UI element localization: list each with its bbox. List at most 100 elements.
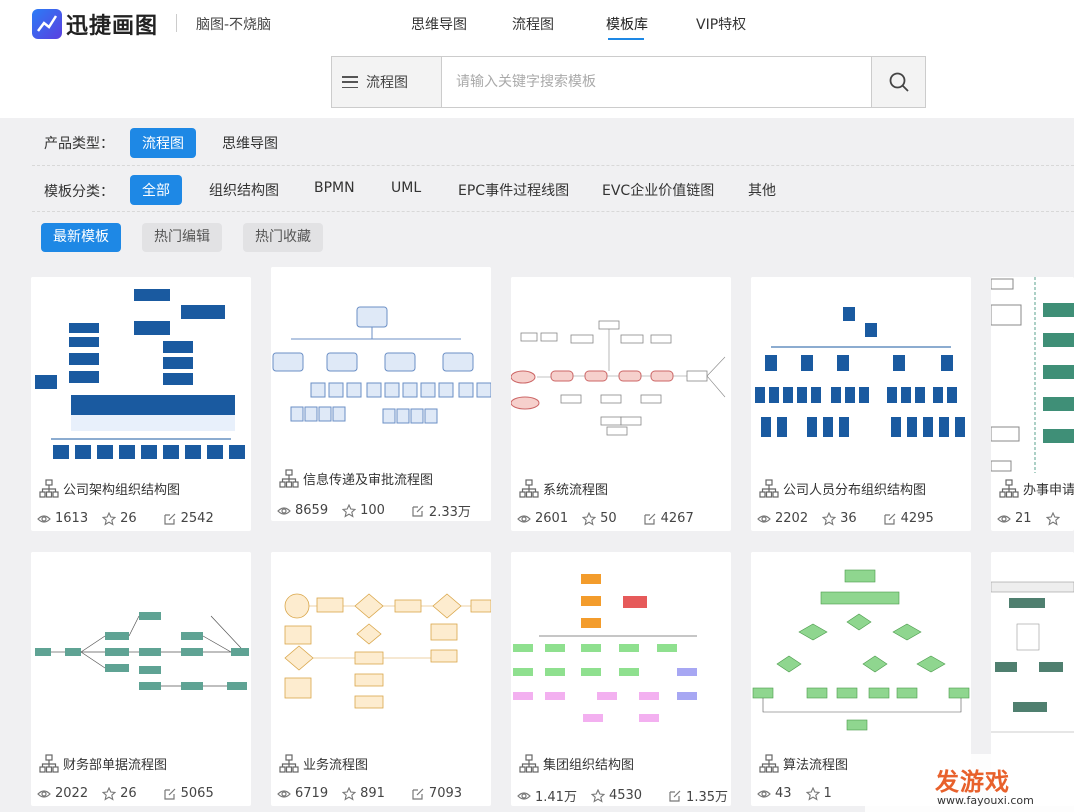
template-card[interactable]: 业务流程图 6719 891 7093 [271, 552, 491, 806]
card-stats: 2202 36 4295 [757, 511, 948, 526]
search-bar: 流程图 [331, 56, 926, 108]
likes-count: 1 [823, 786, 832, 801]
views-count: 21 [1015, 511, 1032, 526]
edits-count: 5065 [180, 786, 214, 801]
star-icon [1045, 511, 1060, 525]
org-chart-icon [39, 479, 59, 498]
star-icon [342, 503, 356, 517]
template-card[interactable]: 财务部单据流程图 2022 26 5065 [31, 552, 251, 806]
edit-icon [669, 789, 681, 802]
category-label: 模板分类： [44, 184, 114, 200]
org-chart-icon [519, 754, 539, 773]
category-org-chip[interactable]: 组织结构图 [197, 175, 291, 205]
search-type-dropdown[interactable]: 流程图 [332, 57, 442, 107]
template-card[interactable]: 办事申请流 21 [991, 277, 1074, 531]
template-card[interactable]: 公司人员分布组织结构图 2202 36 4295 [751, 277, 971, 531]
eye-icon [757, 789, 771, 798]
product-mindmap-chip[interactable]: 思维导图 [210, 128, 290, 158]
org-chart-icon [279, 754, 299, 773]
category-evc-chip[interactable]: EVC企业价值链图 [590, 175, 726, 205]
logo[interactable]: 迅捷画图 [32, 8, 158, 40]
edit-icon [164, 787, 176, 800]
search-icon [889, 72, 909, 92]
card-title: 财务部单据流程图 [39, 754, 167, 773]
product-flowchart-chip[interactable]: 流程图 [130, 128, 196, 158]
search-button[interactable] [871, 57, 925, 107]
nav-mindmap[interactable]: 思维导图 [411, 14, 467, 34]
likes-count: 26 [120, 511, 137, 526]
likes-count: 891 [360, 786, 385, 801]
template-thumbnail [991, 277, 1074, 473]
card-stats: 21 [997, 511, 1074, 526]
nav-vip[interactable]: VIP特权 [696, 14, 746, 34]
top-bar: 迅捷画图 脑图-不烧脑 思维导图 流程图 模板库 VIP特权 流程图 [0, 0, 1074, 118]
eye-icon [997, 514, 1011, 523]
card-title: 算法流程图 [759, 754, 848, 773]
star-icon [822, 511, 836, 525]
edit-icon [644, 512, 656, 525]
likes-count: 26 [120, 786, 137, 801]
org-chart-icon [759, 754, 779, 773]
card-title: 信息传递及审批流程图 [279, 469, 433, 488]
header-divider [176, 14, 177, 32]
star-icon [102, 511, 116, 525]
template-card[interactable]: 系统流程图 2601 50 4267 [511, 277, 731, 531]
star-icon [591, 788, 605, 802]
eye-icon [517, 514, 531, 523]
likes-count: 36 [840, 511, 857, 526]
search-input[interactable] [442, 57, 871, 107]
sort-hot-fav-tab[interactable]: 热门收藏 [243, 223, 323, 252]
divider [32, 211, 1074, 212]
brand-subtitle: 脑图-不烧脑 [196, 17, 272, 33]
card-stats: 43 1 [757, 786, 846, 801]
category-uml-chip[interactable]: UML [379, 175, 433, 201]
template-card[interactable]: 公司架构组织结构图 1613 26 2542 [31, 277, 251, 531]
eye-icon [757, 514, 771, 523]
org-chart-icon [759, 479, 779, 498]
template-card[interactable]: 信息传递及审批流程图 8659 100 2.33万 [271, 267, 491, 521]
template-thumbnail [31, 552, 251, 748]
template-card[interactable]: 集团组织结构图 1.41万 4530 1.35万 [511, 552, 731, 806]
card-stats: 2601 50 4267 [517, 511, 708, 526]
card-stats: 2022 26 5065 [37, 786, 228, 801]
edit-icon [412, 504, 424, 517]
edits-count: 4295 [900, 511, 934, 526]
template-thumbnail [751, 277, 971, 473]
card-stats: 1.41万 4530 1.35万 [517, 786, 731, 805]
star-icon [102, 786, 116, 800]
nav-template-library[interactable]: 模板库 [606, 14, 648, 34]
star-icon [342, 786, 356, 800]
sort-latest-tab[interactable]: 最新模板 [41, 223, 121, 252]
card-title: 业务流程图 [279, 754, 368, 773]
org-chart-icon [39, 754, 59, 773]
watermark-url: www.fayouxi.com [937, 794, 1034, 807]
views-count: 2022 [55, 786, 89, 801]
logo-text: 迅捷画图 [66, 14, 159, 39]
likes-count: 4530 [608, 788, 643, 803]
category-other-chip[interactable]: 其他 [736, 175, 788, 205]
edits-count: 2542 [180, 511, 214, 526]
eye-icon [517, 791, 531, 800]
sort-hot-edit-tab[interactable]: 热门编辑 [142, 223, 222, 252]
nav-flowchart[interactable]: 流程图 [512, 14, 554, 34]
template-thumbnail [271, 267, 491, 463]
views-count: 1.41万 [535, 790, 577, 805]
template-thumbnail [511, 552, 731, 748]
views-count: 1613 [55, 511, 89, 526]
star-icon [805, 786, 820, 800]
template-thumbnail [751, 552, 971, 748]
site-watermark: 发游戏 www.fayouxi.com [865, 754, 1074, 812]
views-count: 43 [775, 786, 792, 801]
views-count: 2202 [775, 511, 809, 526]
category-epc-chip[interactable]: EPC事件过程线图 [446, 175, 581, 205]
edit-icon [884, 512, 896, 525]
edit-icon [412, 787, 424, 800]
category-all-chip[interactable]: 全部 [130, 175, 182, 205]
edits-count: 4267 [660, 511, 694, 526]
template-thumbnail [31, 277, 251, 473]
views-count: 6719 [295, 786, 329, 801]
nav-active-indicator [608, 38, 644, 40]
card-stats: 6719 891 7093 [277, 786, 476, 801]
category-bpmn-chip[interactable]: BPMN [302, 175, 367, 201]
logo-icon [32, 9, 62, 39]
